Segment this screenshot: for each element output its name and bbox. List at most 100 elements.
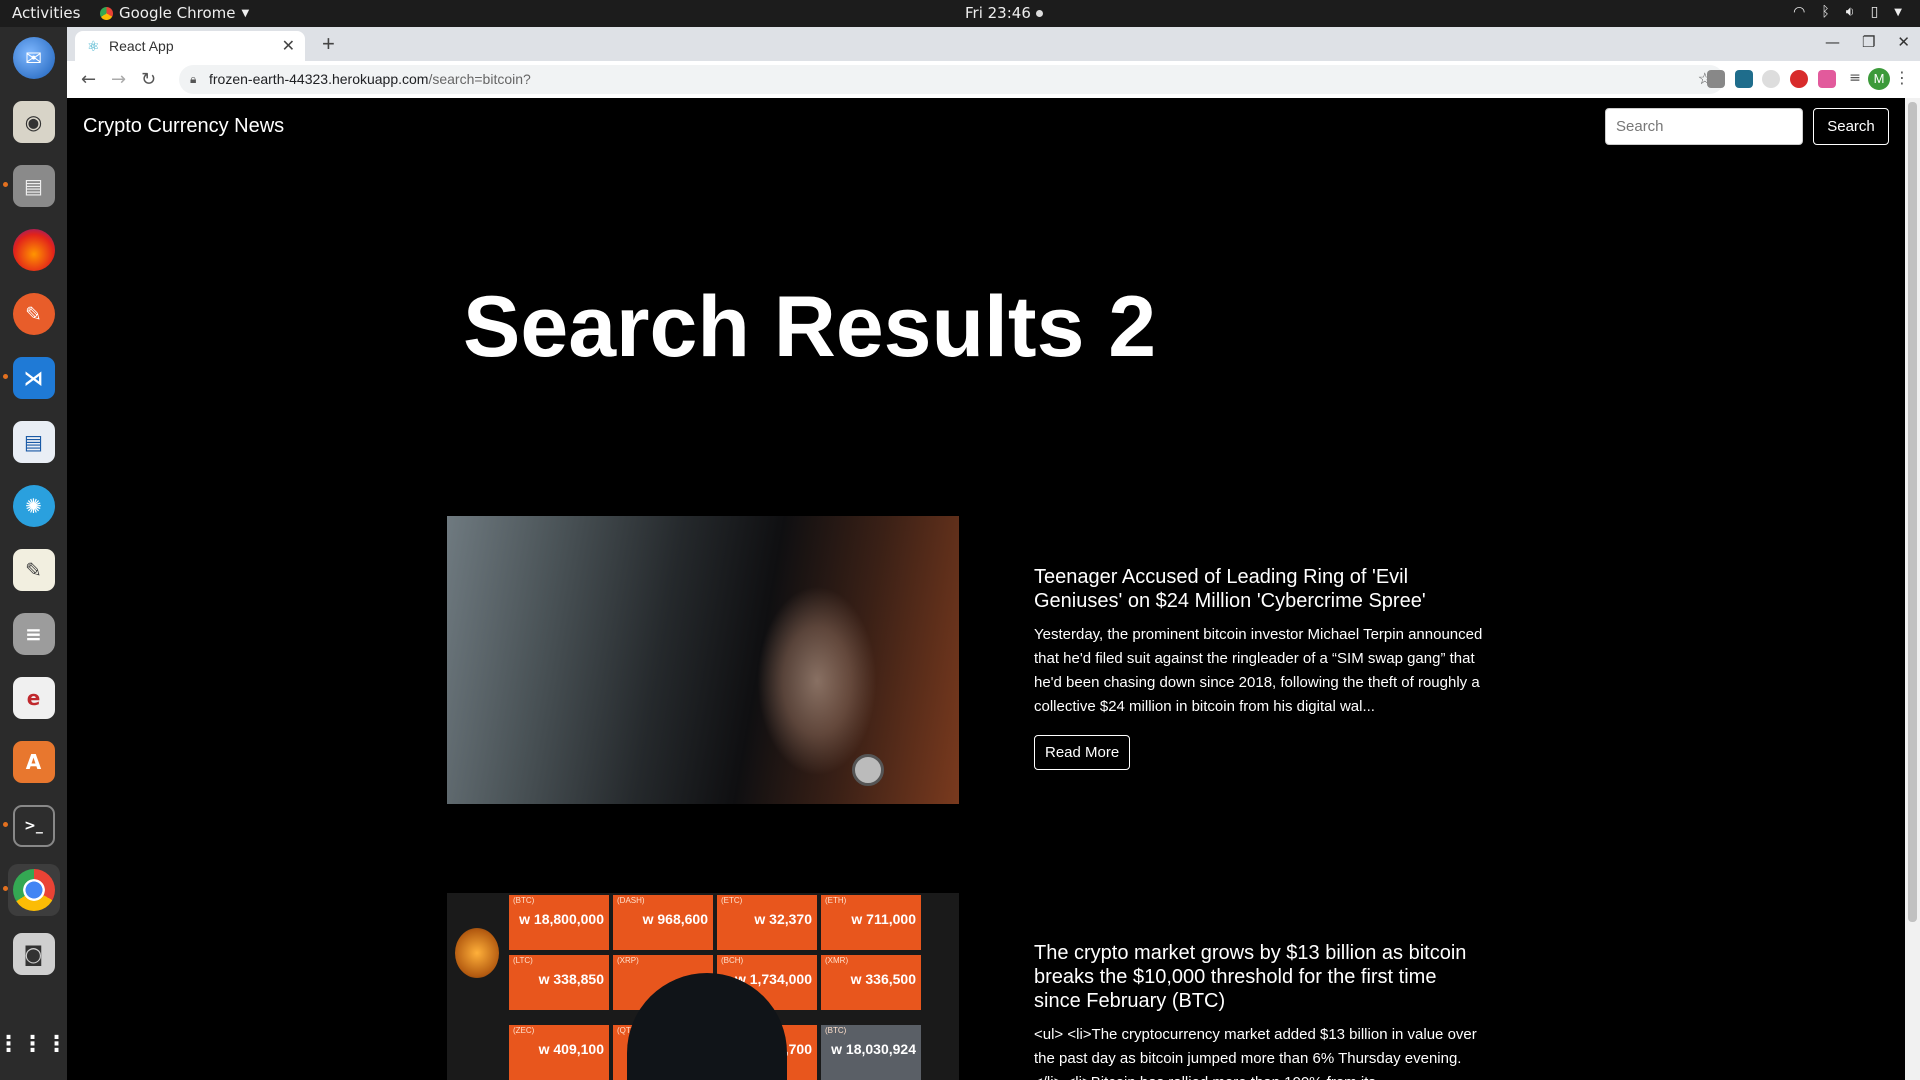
browser-toolbar: ← → ↻ 🔒︎ frozen-earth-44323.herokuapp.co… (67, 61, 1920, 99)
extension-circle-icon[interactable] (1762, 70, 1780, 88)
browser-tab[interactable]: ⚛ React App ✕ (75, 31, 305, 61)
scrollbar-thumb[interactable] (1908, 102, 1917, 922)
restore-icon[interactable]: ❐ (1862, 33, 1875, 51)
dock-apps-grid[interactable]: ⋮⋮⋮ (0, 1018, 68, 1070)
page-scrollbar[interactable] (1905, 98, 1920, 1080)
extension-react-icon[interactable] (1735, 70, 1753, 88)
running-indicator (2, 822, 8, 827)
extension-v-icon[interactable] (1707, 70, 1725, 88)
dock-e-app[interactable]: e (8, 672, 60, 724)
firefox-icon (12, 229, 55, 271)
ticker-tile-value: w 336,500 (850, 971, 916, 987)
react-favicon-icon: ⚛ (87, 38, 100, 54)
ticker-tile-value: w 18,030,924 (831, 1041, 916, 1057)
profile-avatar[interactable]: M (1868, 68, 1890, 90)
ticker-tile-label: (BTC) (825, 1026, 847, 1035)
extension-red-icon[interactable] (1790, 70, 1808, 88)
ticker-tile-label: (BTC) (513, 896, 535, 905)
lock-icon: 🔒︎ (190, 72, 197, 86)
dock-text-editor[interactable]: ✎ (8, 544, 60, 596)
ticker-tile-label: (ETH) (825, 896, 847, 905)
wifi-icon: ◠ (1793, 4, 1806, 20)
running-indicator (2, 374, 8, 379)
url-host: frozen-earth-44323.herokuapp.com (209, 71, 429, 87)
ticker-tile: (ZEC) w 409,100 (509, 1025, 609, 1080)
dock-terminal[interactable]: >_ (2, 800, 60, 852)
paint-icon: ✺ (12, 485, 55, 527)
ticker-tile-label: (DASH) (617, 896, 645, 905)
system-tray[interactable]: ◠ ᛒ 🔉︎ ▯ ▼ (1793, 4, 1902, 20)
search-button[interactable]: Search (1813, 108, 1889, 145)
ticker-tile: (BTC) w 18,030,924 (821, 1025, 921, 1080)
address-bar[interactable]: 🔒︎ frozen-earth-44323.herokuapp.com/sear… (179, 65, 1724, 94)
dock: ✉ ◉ ▤ ✎ ⋊ ▤ ✺ ✎ ≡ e A >_ ◙ ⋮⋮⋮ (0, 27, 68, 1080)
activities-button[interactable]: Activities (12, 4, 80, 22)
minimize-icon[interactable]: — (1825, 33, 1840, 51)
article-excerpt: Yesterday, the prominent bitcoin investo… (1034, 626, 1483, 715)
ticker-tile: (DASH) w 968,600 (613, 895, 713, 950)
hands-on-keyboard-shape (757, 586, 877, 776)
chevron-down-icon: ▼ (241, 7, 250, 19)
dock-writer[interactable]: ▤ (8, 416, 60, 468)
bluetooth-icon: ᛒ (1821, 4, 1830, 20)
url-path: /search=bitcoin? (428, 71, 531, 87)
dock-software-center[interactable]: A (8, 736, 60, 788)
dock-database[interactable]: ≡ (8, 608, 60, 660)
lantern-shape (455, 928, 499, 978)
dock-app-pen[interactable]: ✎ (8, 288, 60, 340)
article-image: (BTC) w 18,800,000 (DASH) w 968,600 (ETC) w… (447, 893, 959, 1080)
article-card: Teenager Accused of Leading Ring of 'Evi… (1034, 565, 1484, 770)
dock-files[interactable]: ▤ (2, 160, 60, 212)
ticker-tile-label: (XMR) (825, 956, 849, 965)
site-brand[interactable]: Crypto Currency News (83, 115, 284, 138)
ticker-tile: (ETH) w 711,000 (821, 895, 921, 950)
battery-icon: ▯ (1870, 4, 1879, 20)
search-input[interactable] (1605, 108, 1803, 145)
browser-tab-strip: ⚛ React App ✕ + — ❐ ✕ (67, 27, 1920, 61)
article-title: Teenager Accused of Leading Ring of 'Evi… (1034, 566, 1426, 612)
ticker-tile-value: w 32,370 (754, 911, 812, 927)
dock-thunderbird[interactable]: ✉ (8, 32, 60, 84)
dock-firefox[interactable] (8, 224, 60, 276)
article-image (447, 516, 959, 804)
dock-paint[interactable]: ✺ (8, 480, 60, 532)
read-more-button[interactable]: Read More (1034, 735, 1131, 770)
clock-label: Fri 23:46 (965, 4, 1031, 22)
running-indicator (2, 886, 8, 891)
close-icon[interactable]: ✕ (282, 36, 295, 56)
menu-kebab-icon[interactable]: ⋮ (1894, 68, 1910, 87)
ticker-tile-label: (LTC) (513, 956, 533, 965)
media-control-icon[interactable]: ≡ (1846, 70, 1864, 88)
page-title: Search Results 2 (463, 279, 1157, 375)
dock-chrome[interactable] (2, 864, 60, 916)
clock[interactable]: Fri 23:46 (965, 4, 1043, 22)
dock-rhythmbox[interactable]: ◉ (8, 96, 60, 148)
reload-icon[interactable]: ↻ (141, 69, 156, 90)
window-controls: — ❐ ✕ (1825, 33, 1910, 51)
software-center-icon: A (12, 741, 55, 783)
terminal-icon: >_ (12, 805, 55, 847)
rhythmbox-icon: ◉ (12, 101, 55, 143)
ticker-tile-value: w 409,100 (538, 1041, 604, 1057)
ticker-tile-value: w 338,850 (538, 971, 604, 987)
extension-avatar-icon[interactable] (1818, 70, 1836, 88)
tab-title: React App (109, 38, 174, 54)
app-pen-icon: ✎ (12, 293, 55, 335)
camera-icon: ◙ (12, 933, 55, 975)
dock-camera[interactable]: ◙ (8, 928, 60, 980)
ticker-tile: (BTC) w 18,800,000 (509, 895, 609, 950)
ticker-tile-label: (BCH) (721, 956, 744, 965)
notification-dot-icon (1035, 9, 1043, 17)
writer-icon: ▤ (12, 421, 55, 463)
system-top-bar: Activities Google Chrome ▼ Fri 23:46 ◠ ᛒ… (0, 0, 1920, 27)
close-window-icon[interactable]: ✕ (1897, 33, 1910, 51)
ticker-tile-value: w 968,600 (642, 911, 708, 927)
article-title: The crypto market grows by $13 billion a… (1034, 942, 1467, 1012)
vscode-icon: ⋊ (12, 357, 55, 399)
new-tab-button[interactable]: + (322, 31, 335, 57)
ticker-tile-label: (ETC) (721, 896, 743, 905)
back-icon[interactable]: ← (81, 69, 96, 90)
dock-vscode[interactable]: ⋊ (2, 352, 60, 404)
app-menu[interactable]: Google Chrome ▼ (100, 4, 249, 22)
forward-icon[interactable]: → (111, 69, 126, 90)
